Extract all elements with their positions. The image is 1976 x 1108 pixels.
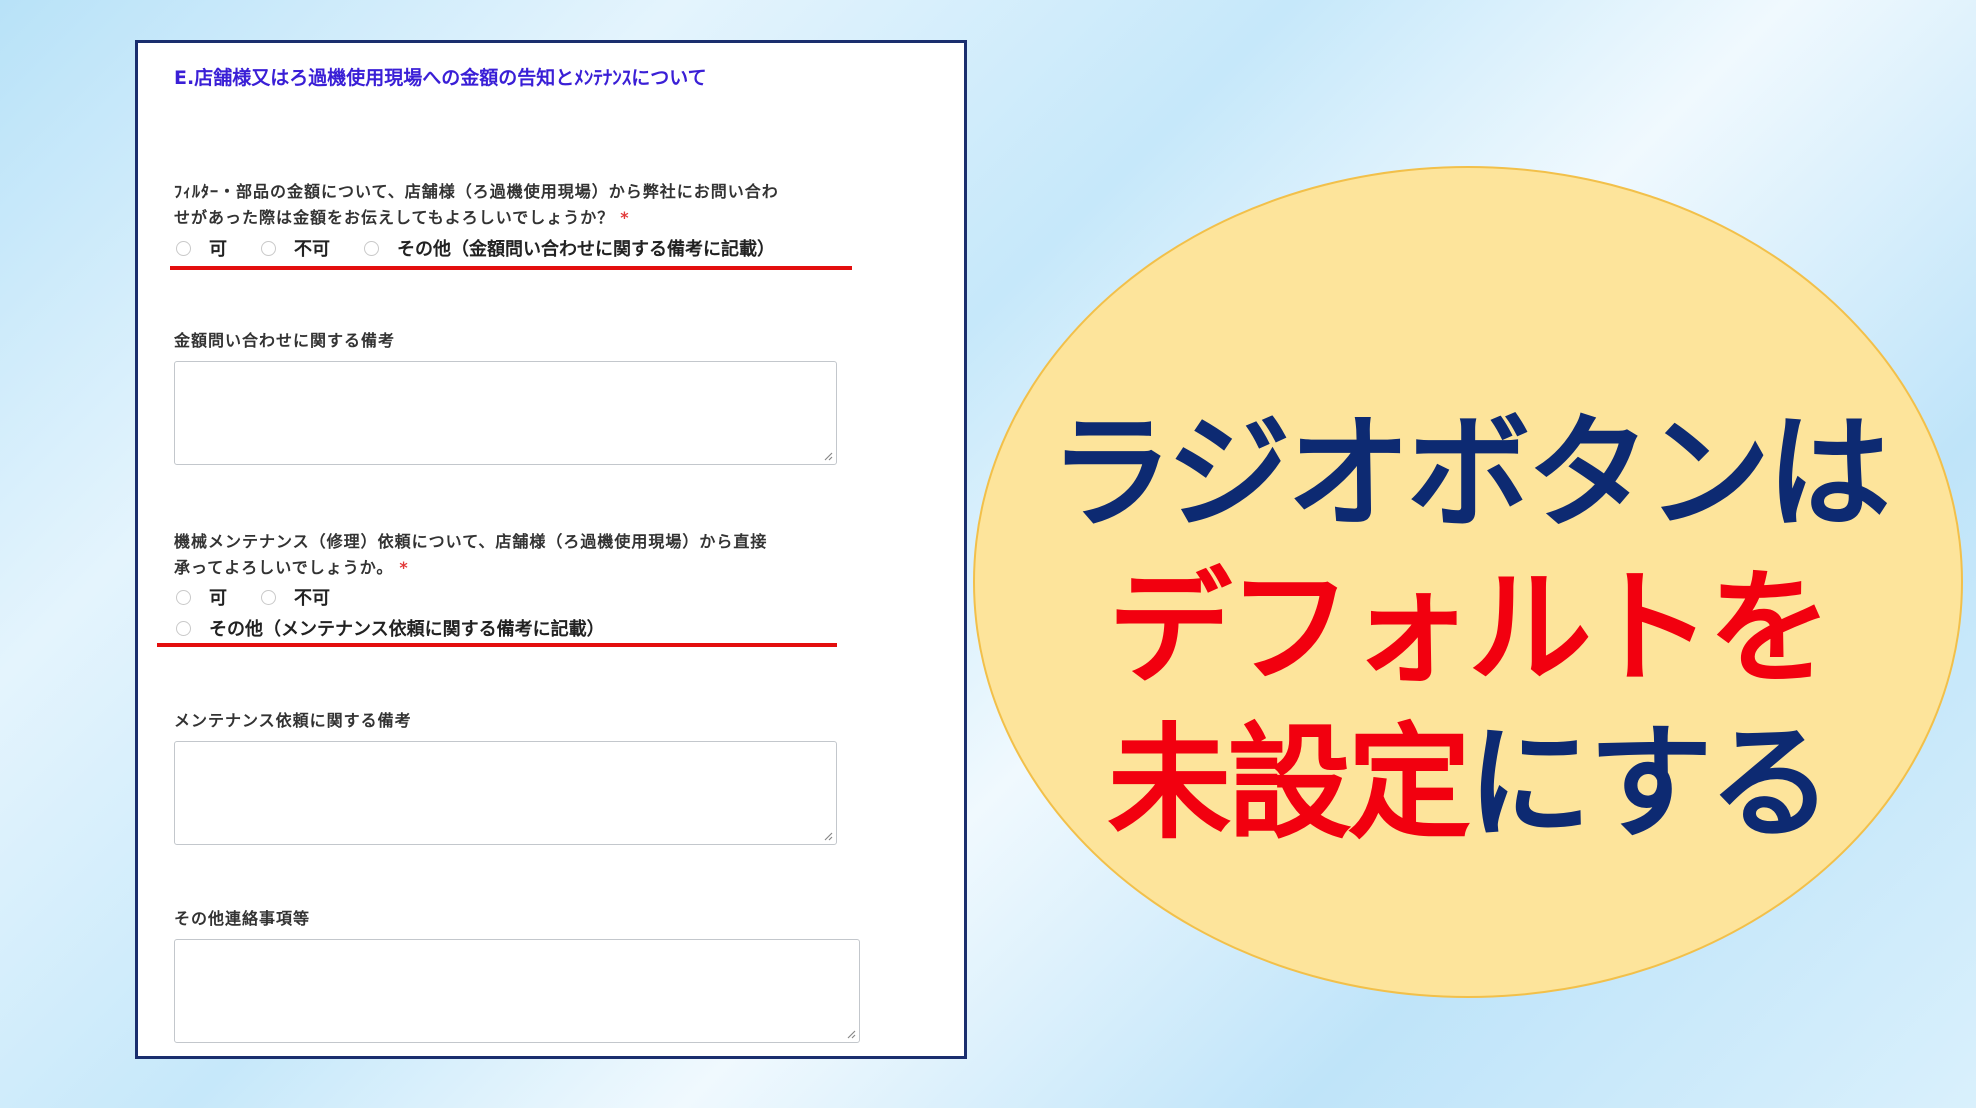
resize-grip-icon[interactable] (823, 451, 833, 461)
resize-grip-icon[interactable] (823, 831, 833, 841)
radio-option-no[interactable]: 不可 (261, 584, 330, 610)
callout-line-1: ラジオボタンは (1049, 402, 1891, 546)
radio-button[interactable] (176, 620, 191, 636)
radio-button[interactable] (176, 240, 191, 256)
notes-maintenance-textarea[interactable] (174, 741, 837, 845)
callout-line-3: 未設定にする (975, 714, 1961, 854)
required-mark: * (399, 558, 409, 577)
radio-option-no[interactable]: 不可 (261, 235, 330, 261)
callout-bubble: ラジオボタンは デフォルトを 未設定にする (973, 166, 1963, 998)
section-title: E.店舗様又はろ過機使用現場への金額の告知とﾒﾝﾃﾅﾝｽについて (174, 67, 707, 89)
callout-line-2: デフォルトを (1107, 557, 1832, 701)
radio-group-maintenance: 可 不可 (176, 584, 364, 610)
radio-button[interactable] (364, 240, 379, 256)
question-maintenance-label: 機械メンテナンス（修理）依頼について、店舗様（ろ過機使用現場）から直接 承ってよ… (174, 529, 767, 581)
question-label-line: せがあった際は金額をお伝えしてもよろしいでしょうか？ * (174, 208, 630, 227)
notes-price-label: 金額問い合わせに関する備考 (174, 331, 396, 350)
radio-button[interactable] (261, 589, 276, 605)
red-underline (157, 643, 837, 647)
radio-option-other[interactable]: その他（金額問い合わせに関する備考に記載） (364, 235, 775, 261)
notes-price-textarea[interactable] (174, 361, 837, 465)
question-label-line: 承ってよろしいでしょうか。 * (174, 558, 409, 577)
radio-button[interactable] (261, 240, 276, 256)
question-label-line: ﾌｨﾙﾀｰ・部品の金額について、店舗様（ろ過機使用現場）から弊社にお問い合わ (174, 182, 779, 201)
radio-group-price-inquiry: 可 不可 その他（金額問い合わせに関する備考に記載） (176, 235, 809, 261)
question-price-inquiry-label: ﾌｨﾙﾀｰ・部品の金額について、店舗様（ろ過機使用現場）から弊社にお問い合わ せ… (174, 179, 779, 231)
radio-group-maintenance-other: その他（メンテナンス依頼に関する備考に記載） (176, 615, 639, 641)
notes-other-textarea[interactable] (174, 939, 860, 1043)
radio-option-other[interactable]: その他（メンテナンス依頼に関する備考に記載） (176, 615, 605, 641)
resize-grip-icon[interactable] (846, 1029, 856, 1039)
required-mark: * (620, 208, 630, 227)
radio-option-yes[interactable]: 可 (176, 584, 227, 610)
form-panel: E.店舗様又はろ過機使用現場への金額の告知とﾒﾝﾃﾅﾝｽについて ﾌｨﾙﾀｰ・部… (135, 40, 967, 1059)
callout-text: にする (1467, 712, 1832, 856)
radio-button[interactable] (176, 589, 191, 605)
notes-maintenance-label: メンテナンス依頼に関する備考 (174, 711, 412, 730)
callout-emphasis: 未設定 (1107, 712, 1471, 856)
red-underline (170, 266, 852, 270)
radio-option-yes[interactable]: 可 (176, 235, 227, 261)
question-label-line: 機械メンテナンス（修理）依頼について、店舗様（ろ過機使用現場）から直接 (174, 532, 768, 551)
notes-other-label: その他連絡事項等 (174, 909, 311, 928)
